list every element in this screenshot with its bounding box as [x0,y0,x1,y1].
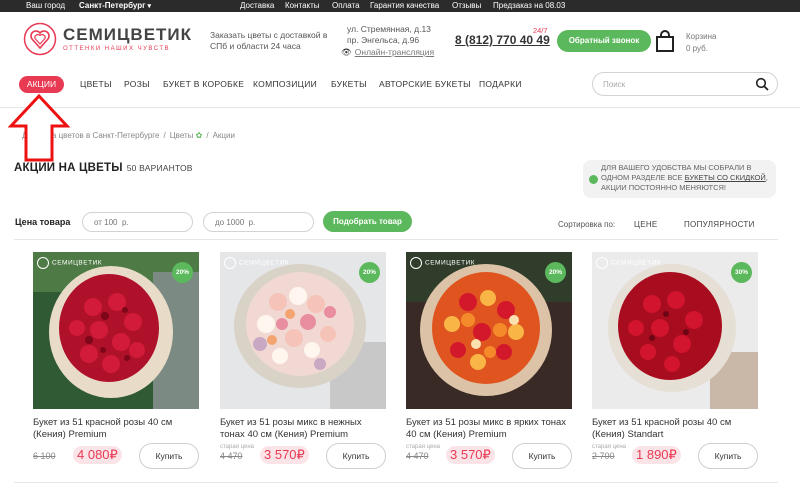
discount-badge: 20% [172,262,193,283]
info-icon [589,175,598,184]
info-box: ДЛЯ ВАШЕГО УДОБСТВА МЫ СОБРАЛИ В ОДНОМ Р… [583,160,776,198]
filter-divider [14,239,778,240]
product-image[interactable]: СЕМИЦВЕТИК 20% [406,252,572,409]
buy-button[interactable]: Купить [698,443,758,469]
top-link-preorder[interactable]: Предзаказ на 08.03 [493,1,565,10]
product-image[interactable]: СЕМИЦВЕТИК 20% [33,252,199,409]
address: ул. Стремянная, д.13 пр. Энгельса, д.96 [347,24,447,46]
up-arrow-icon [8,94,70,162]
breadcrumb-current: Акции [212,131,235,140]
search-box [592,72,778,96]
page-title: АКЦИИ НА ЦВЕТЫ 50 ВАРИАНТОВ [14,162,193,174]
nav-item-sales[interactable]: АКЦИИ [19,76,64,93]
price-from-input[interactable] [82,212,193,232]
cart-title[interactable]: Корзина [686,32,716,41]
discount-badge: 20% [359,262,380,283]
nav-divider [0,107,800,108]
product-card[interactable]: СЕМИЦВЕТИК 20% Букет из 51 розы микс в я… [406,252,574,484]
flower-icon: ✿ [193,131,203,140]
old-price: 4 470 [406,451,429,461]
old-price: 4 470 [220,451,243,461]
buy-button[interactable]: Купить [326,443,386,469]
cards-divider [14,482,778,483]
discount-badge: 30% [731,262,752,283]
product-name[interactable]: Букет из 51 красной розы 40 см (Кения) S… [592,417,758,441]
discount-bouquets-link[interactable]: БУКЕТЫ СО СКИДКОЙ [685,173,766,182]
watermark-logo: СЕМИЦВЕТИК [410,257,475,269]
cart-sum: 0 руб. [686,44,708,53]
address-line-1: ул. Стремянная, д.13 [347,24,431,34]
new-price: 3 570₽ [446,446,495,464]
product-name[interactable]: Букет из 51 розы микс в ярких тонах 40 с… [406,417,572,441]
product-name[interactable]: Букет из 51 красной розы 40 см (Кения) P… [33,417,199,441]
top-link-payment[interactable]: Оплата [332,1,360,10]
watermark-logo: СЕМИЦВЕТИК [224,257,289,269]
sort-label: Сортировка по: [558,220,616,229]
order-info: Заказать цветы с доставкой в СПб и облас… [210,30,328,51]
nav-item-gifts[interactable]: ПОДАРКИ [479,79,522,89]
search-icon[interactable] [755,77,769,91]
nav-item-author-bouquets[interactable]: АВТОРСКИЕ БУКЕТЫ [379,79,471,89]
new-price: 3 570₽ [260,446,309,464]
product-card[interactable]: СЕМИЦВЕТИК 30% Букет из 51 красной розы … [592,252,760,484]
logo-hearts-icon [23,22,57,56]
nav-item-compositions[interactable]: КОМПОЗИЦИИ [253,79,317,89]
product-image[interactable]: СЕМИЦВЕТИК 30% [592,252,758,409]
live-stream-link[interactable]: Онлайн-трансляция [341,47,434,58]
price-to-input[interactable] [203,212,314,232]
old-price-label: старая цена [592,444,626,450]
old-price: 2 700 [592,451,615,461]
top-link-delivery[interactable]: Доставка [240,1,274,10]
product-image[interactable]: СЕМИЦВЕТИК 20% [220,252,386,409]
product-card[interactable]: СЕМИЦВЕТИК 20% Букет из 51 красной розы … [33,252,201,484]
cart-bag-icon[interactable] [656,30,674,52]
top-link-reviews[interactable]: Отзывы [452,1,481,10]
old-price-label: старая цена [220,444,254,450]
price-filter-label: Цена товара [15,217,71,227]
watermark-logo: СЕМИЦВЕТИК [596,257,661,269]
new-price: 4 080₽ [73,446,122,464]
breadcrumb-flowers[interactable]: Цветы [170,131,194,140]
old-price: 6 100 [33,451,56,461]
variants-count: 50 ВАРИАНТОВ [126,163,193,173]
discount-badge: 20% [545,262,566,283]
new-price: 1 890₽ [632,446,681,464]
top-bar: Ваш город Санкт-Петербург Доставка Конта… [0,0,800,12]
product-card[interactable]: СЕМИЦВЕТИК 20% Букет из 51 розы микс в н… [220,252,388,484]
region-label: Ваш город [26,1,66,10]
buy-button[interactable]: Купить [139,443,199,469]
city-selector[interactable]: Санкт-Петербург [79,1,151,10]
top-link-quality[interactable]: Гарантия качества [370,1,439,10]
page-title-text: АКЦИИ НА ЦВЕТЫ [14,162,123,174]
sort-by-price[interactable]: ЦЕНЕ [634,220,658,229]
callback-button[interactable]: Обратный звонок [557,30,651,52]
filter-submit-button[interactable]: Подобрать товар [323,211,412,232]
phone-link[interactable]: 8 (812) 770 40 49 [455,33,550,47]
nav-item-roses[interactable]: РОЗЫ [124,79,150,89]
nav-item-box-bouquet[interactable]: БУКЕТ В КОРОБКЕ [163,79,244,89]
brand-name: СЕМИЦВЕТИК [63,25,193,44]
product-name[interactable]: Букет из 51 розы микс в нежных тонах 40 … [220,417,386,441]
logo[interactable]: СЕМИЦВЕТИК оттенки наших чувств [23,22,193,58]
nav-item-flowers[interactable]: ЦВЕТЫ [80,79,112,89]
brand-tagline: оттенки наших чувств [63,46,171,52]
nav-item-bouquets[interactable]: БУКЕТЫ [331,79,367,89]
watermark-logo: СЕМИЦВЕТИК [37,257,102,269]
search-input[interactable] [603,78,743,90]
sort-by-popularity[interactable]: ПОПУЛЯРНОСТИ [684,220,755,229]
address-line-2: пр. Энгельса, д.96 [347,35,420,45]
top-link-contacts[interactable]: Контакты [285,1,320,10]
buy-button[interactable]: Купить [512,443,572,469]
old-price-label: старая цена [406,444,440,450]
